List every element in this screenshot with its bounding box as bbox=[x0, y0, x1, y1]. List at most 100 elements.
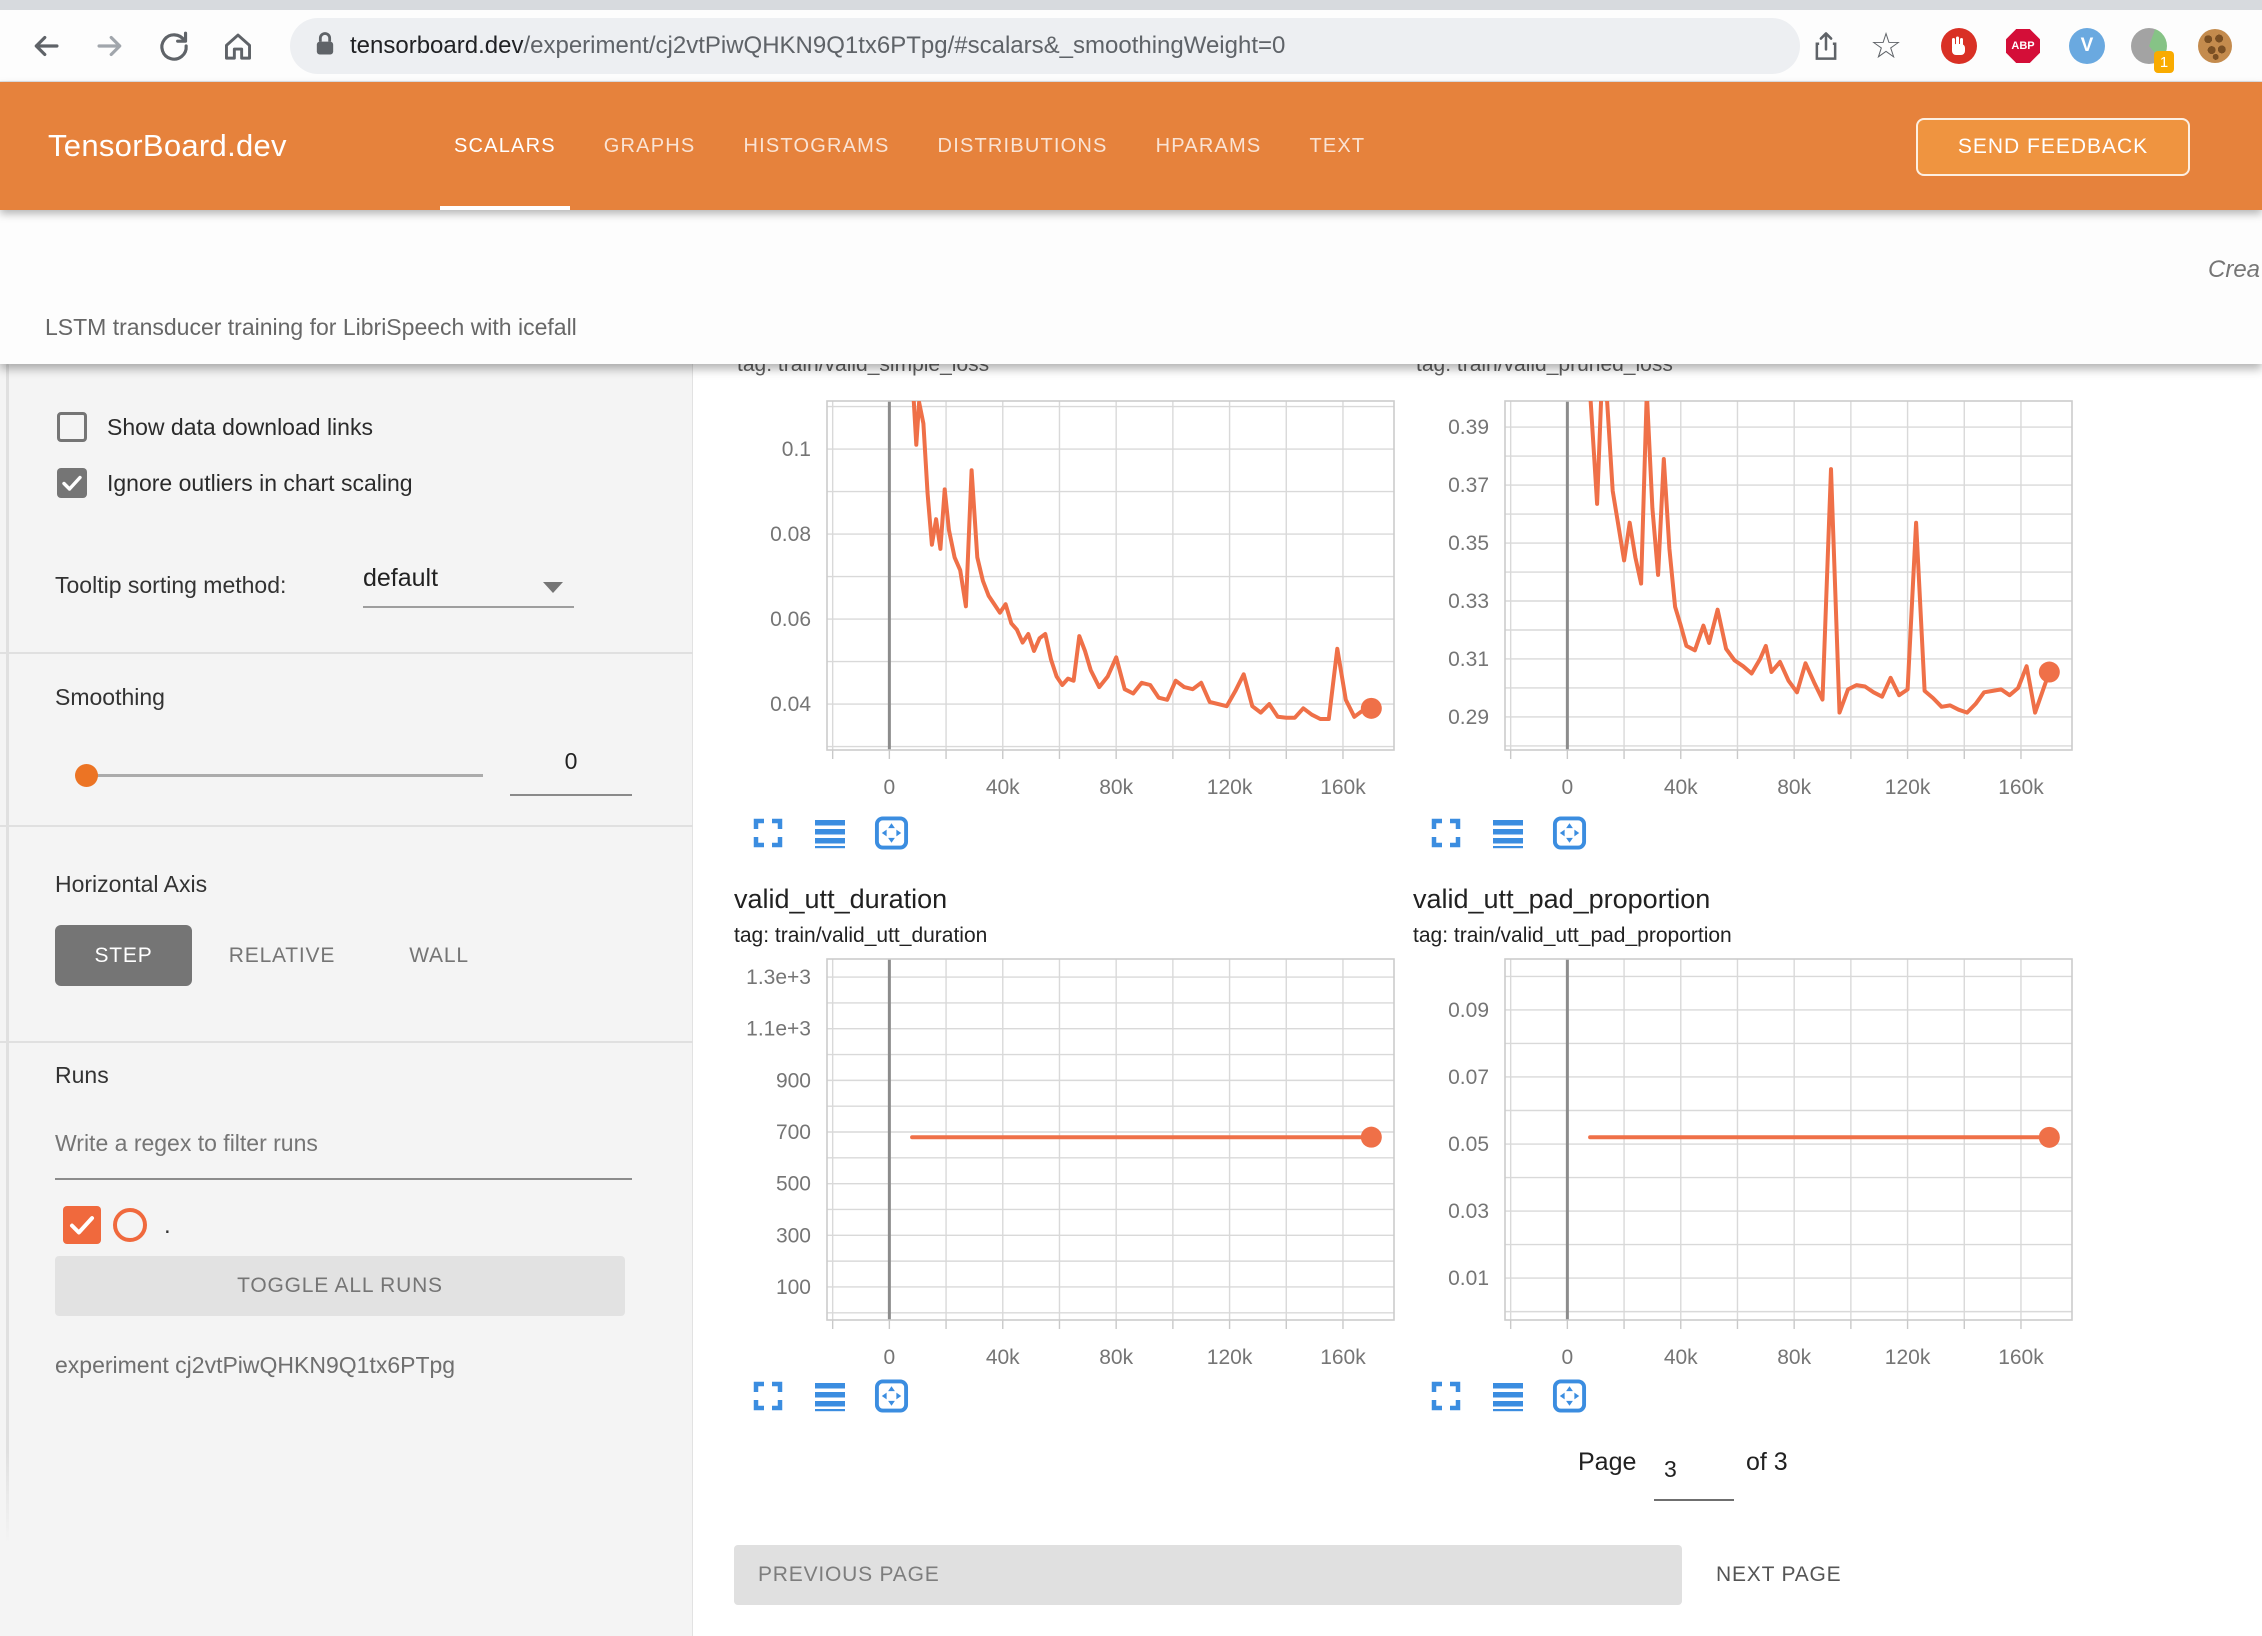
star-icon: ☆ bbox=[1870, 25, 1902, 67]
axis-option-relative[interactable]: RELATIVE bbox=[222, 925, 342, 986]
page-number-input[interactable]: 3 bbox=[1654, 1456, 1734, 1501]
browser-toolbar: tensorboard.dev/experiment/cj2vtPiwQHKN9… bbox=[0, 10, 2262, 82]
svg-text:0.33: 0.33 bbox=[1448, 590, 1489, 613]
fit-domain-icon[interactable] bbox=[1552, 815, 1587, 850]
svg-text:0.06: 0.06 bbox=[770, 608, 811, 631]
svg-text:0: 0 bbox=[1562, 1346, 1574, 1369]
svg-text:80k: 80k bbox=[1777, 1346, 1811, 1369]
bookmark-star-button[interactable]: ☆ bbox=[1864, 24, 1908, 68]
tab-scalars[interactable]: SCALARS bbox=[430, 82, 580, 210]
toggle-all-runs-button[interactable]: TOGGLE ALL RUNS bbox=[55, 1256, 625, 1316]
run-visibility-checkbox[interactable] bbox=[63, 1206, 101, 1244]
extension-cookie[interactable] bbox=[2192, 23, 2238, 69]
page-of-label: of 3 bbox=[1746, 1448, 1788, 1477]
show-download-links-checkbox[interactable] bbox=[57, 412, 87, 442]
svg-text:0.31: 0.31 bbox=[1448, 648, 1489, 671]
svg-text:1.3e+3: 1.3e+3 bbox=[746, 966, 811, 989]
smoothing-slider-track[interactable] bbox=[86, 774, 483, 777]
svg-text:40k: 40k bbox=[1664, 1346, 1698, 1369]
chart-title: valid_utt_duration bbox=[734, 884, 947, 915]
previous-page-button[interactable]: PREVIOUS PAGE bbox=[734, 1545, 1682, 1605]
share-button[interactable] bbox=[1804, 24, 1848, 68]
scalar-chart-canvas[interactable]: 0.010.030.050.070.09040k80k120k160k bbox=[1378, 944, 2094, 1394]
svg-text:80k: 80k bbox=[1777, 776, 1811, 799]
svg-text:500: 500 bbox=[776, 1173, 811, 1196]
check-icon bbox=[60, 471, 84, 495]
clipped-chart-tag: tag: train/valid_simple_loss bbox=[737, 364, 1297, 377]
data-table-icon[interactable] bbox=[812, 815, 847, 850]
data-table-icon[interactable] bbox=[1490, 815, 1525, 850]
svg-text:0.29: 0.29 bbox=[1448, 706, 1489, 729]
fit-domain-icon[interactable] bbox=[874, 815, 909, 850]
smoothing-slider-handle[interactable] bbox=[75, 764, 98, 787]
extension-badge: 1 bbox=[2154, 51, 2174, 73]
svg-text:80k: 80k bbox=[1099, 1346, 1133, 1369]
expand-chart-icon[interactable] bbox=[750, 815, 785, 850]
extension-recorder[interactable]: 1 bbox=[2126, 23, 2172, 69]
address-bar[interactable]: tensorboard.dev/experiment/cj2vtPiwQHKN9… bbox=[290, 18, 1800, 74]
sidebar-scrollbar[interactable] bbox=[6, 364, 9, 1544]
tab-text[interactable]: TEXT bbox=[1285, 82, 1389, 210]
svg-text:0.09: 0.09 bbox=[1448, 999, 1489, 1022]
scalar-chart-canvas[interactable]: 1003005007009001.1e+31.3e+3040k80k120k16… bbox=[700, 944, 1416, 1394]
data-table-icon[interactable] bbox=[1490, 1378, 1525, 1413]
send-feedback-button[interactable]: SEND FEEDBACK bbox=[1916, 118, 2190, 176]
svg-text:0.08: 0.08 bbox=[770, 523, 811, 546]
extension-adblock[interactable] bbox=[1936, 23, 1982, 69]
experiment-subheader: Crea LSTM transducer training for LibriS… bbox=[0, 210, 2262, 364]
expand-chart-icon[interactable] bbox=[1428, 1378, 1463, 1413]
svg-text:900: 900 bbox=[776, 1069, 811, 1092]
ignore-outliers-checkbox[interactable] bbox=[57, 468, 87, 498]
scalar-chart-canvas[interactable]: 0.040.060.080.1040k80k120k160k bbox=[700, 364, 1416, 834]
runs-filter-underline bbox=[55, 1144, 632, 1180]
experiment-description: LSTM transducer training for LibriSpeech… bbox=[45, 314, 577, 341]
home-button[interactable] bbox=[216, 24, 260, 68]
svg-text:0.01: 0.01 bbox=[1448, 1267, 1489, 1290]
svg-text:160k: 160k bbox=[1998, 776, 2044, 799]
svg-text:120k: 120k bbox=[1885, 1346, 1931, 1369]
svg-text:0: 0 bbox=[884, 1346, 896, 1369]
back-button[interactable] bbox=[24, 24, 68, 68]
svg-text:100: 100 bbox=[776, 1276, 811, 1299]
scalar-chart-canvas[interactable]: 0.290.310.330.350.370.39040k80k120k160k bbox=[1378, 364, 2094, 834]
url-host: tensorboard.dev bbox=[350, 32, 523, 59]
home-icon bbox=[221, 29, 255, 63]
url-text: tensorboard.dev/experiment/cj2vtPiwQHKN9… bbox=[350, 32, 1285, 60]
divider bbox=[0, 1041, 693, 1043]
page-label: Page bbox=[1578, 1448, 1636, 1477]
axis-option-step[interactable]: STEP bbox=[55, 925, 192, 986]
tab-histograms[interactable]: HISTOGRAMS bbox=[719, 82, 913, 210]
data-table-icon[interactable] bbox=[812, 1378, 847, 1413]
extension-v[interactable]: V bbox=[2064, 23, 2110, 69]
chevron-down-icon[interactable] bbox=[543, 582, 563, 593]
tab-hparams[interactable]: HPARAMS bbox=[1132, 82, 1286, 210]
chart-actions bbox=[750, 815, 909, 850]
tab-graphs[interactable]: GRAPHS bbox=[580, 82, 720, 210]
v-circle-icon: V bbox=[2069, 28, 2105, 64]
clipped-created-text: Crea bbox=[2208, 256, 2262, 284]
next-page-button[interactable]: NEXT PAGE bbox=[1716, 1545, 1896, 1605]
svg-text:0.35: 0.35 bbox=[1448, 532, 1489, 555]
tooltip-sorting-label: Tooltip sorting method: bbox=[55, 572, 286, 599]
ignore-outliers-label: Ignore outliers in chart scaling bbox=[107, 470, 413, 497]
svg-text:300: 300 bbox=[776, 1224, 811, 1247]
svg-text:0: 0 bbox=[1562, 776, 1574, 799]
chart-tag: tag: train/valid_utt_pad_proportion bbox=[1413, 924, 1732, 948]
back-arrow-icon bbox=[29, 29, 63, 63]
svg-text:160k: 160k bbox=[1320, 1346, 1366, 1369]
expand-chart-icon[interactable] bbox=[1428, 815, 1463, 850]
tab-distributions[interactable]: DISTRIBUTIONS bbox=[914, 82, 1132, 210]
chart-actions bbox=[750, 1378, 909, 1413]
reload-button[interactable] bbox=[152, 24, 196, 68]
check-icon bbox=[67, 1210, 97, 1240]
run-color-swatch[interactable] bbox=[113, 1208, 147, 1242]
axis-option-wall[interactable]: WALL bbox=[398, 925, 480, 986]
expand-chart-icon[interactable] bbox=[750, 1378, 785, 1413]
fit-domain-icon[interactable] bbox=[1552, 1378, 1587, 1413]
svg-text:160k: 160k bbox=[1320, 776, 1366, 799]
smoothing-value-underline bbox=[510, 760, 632, 796]
extension-abp[interactable]: ABP bbox=[2000, 23, 2046, 69]
fit-domain-icon[interactable] bbox=[874, 1378, 909, 1413]
forward-button[interactable] bbox=[88, 24, 132, 68]
show-download-links-label: Show data download links bbox=[107, 414, 373, 441]
